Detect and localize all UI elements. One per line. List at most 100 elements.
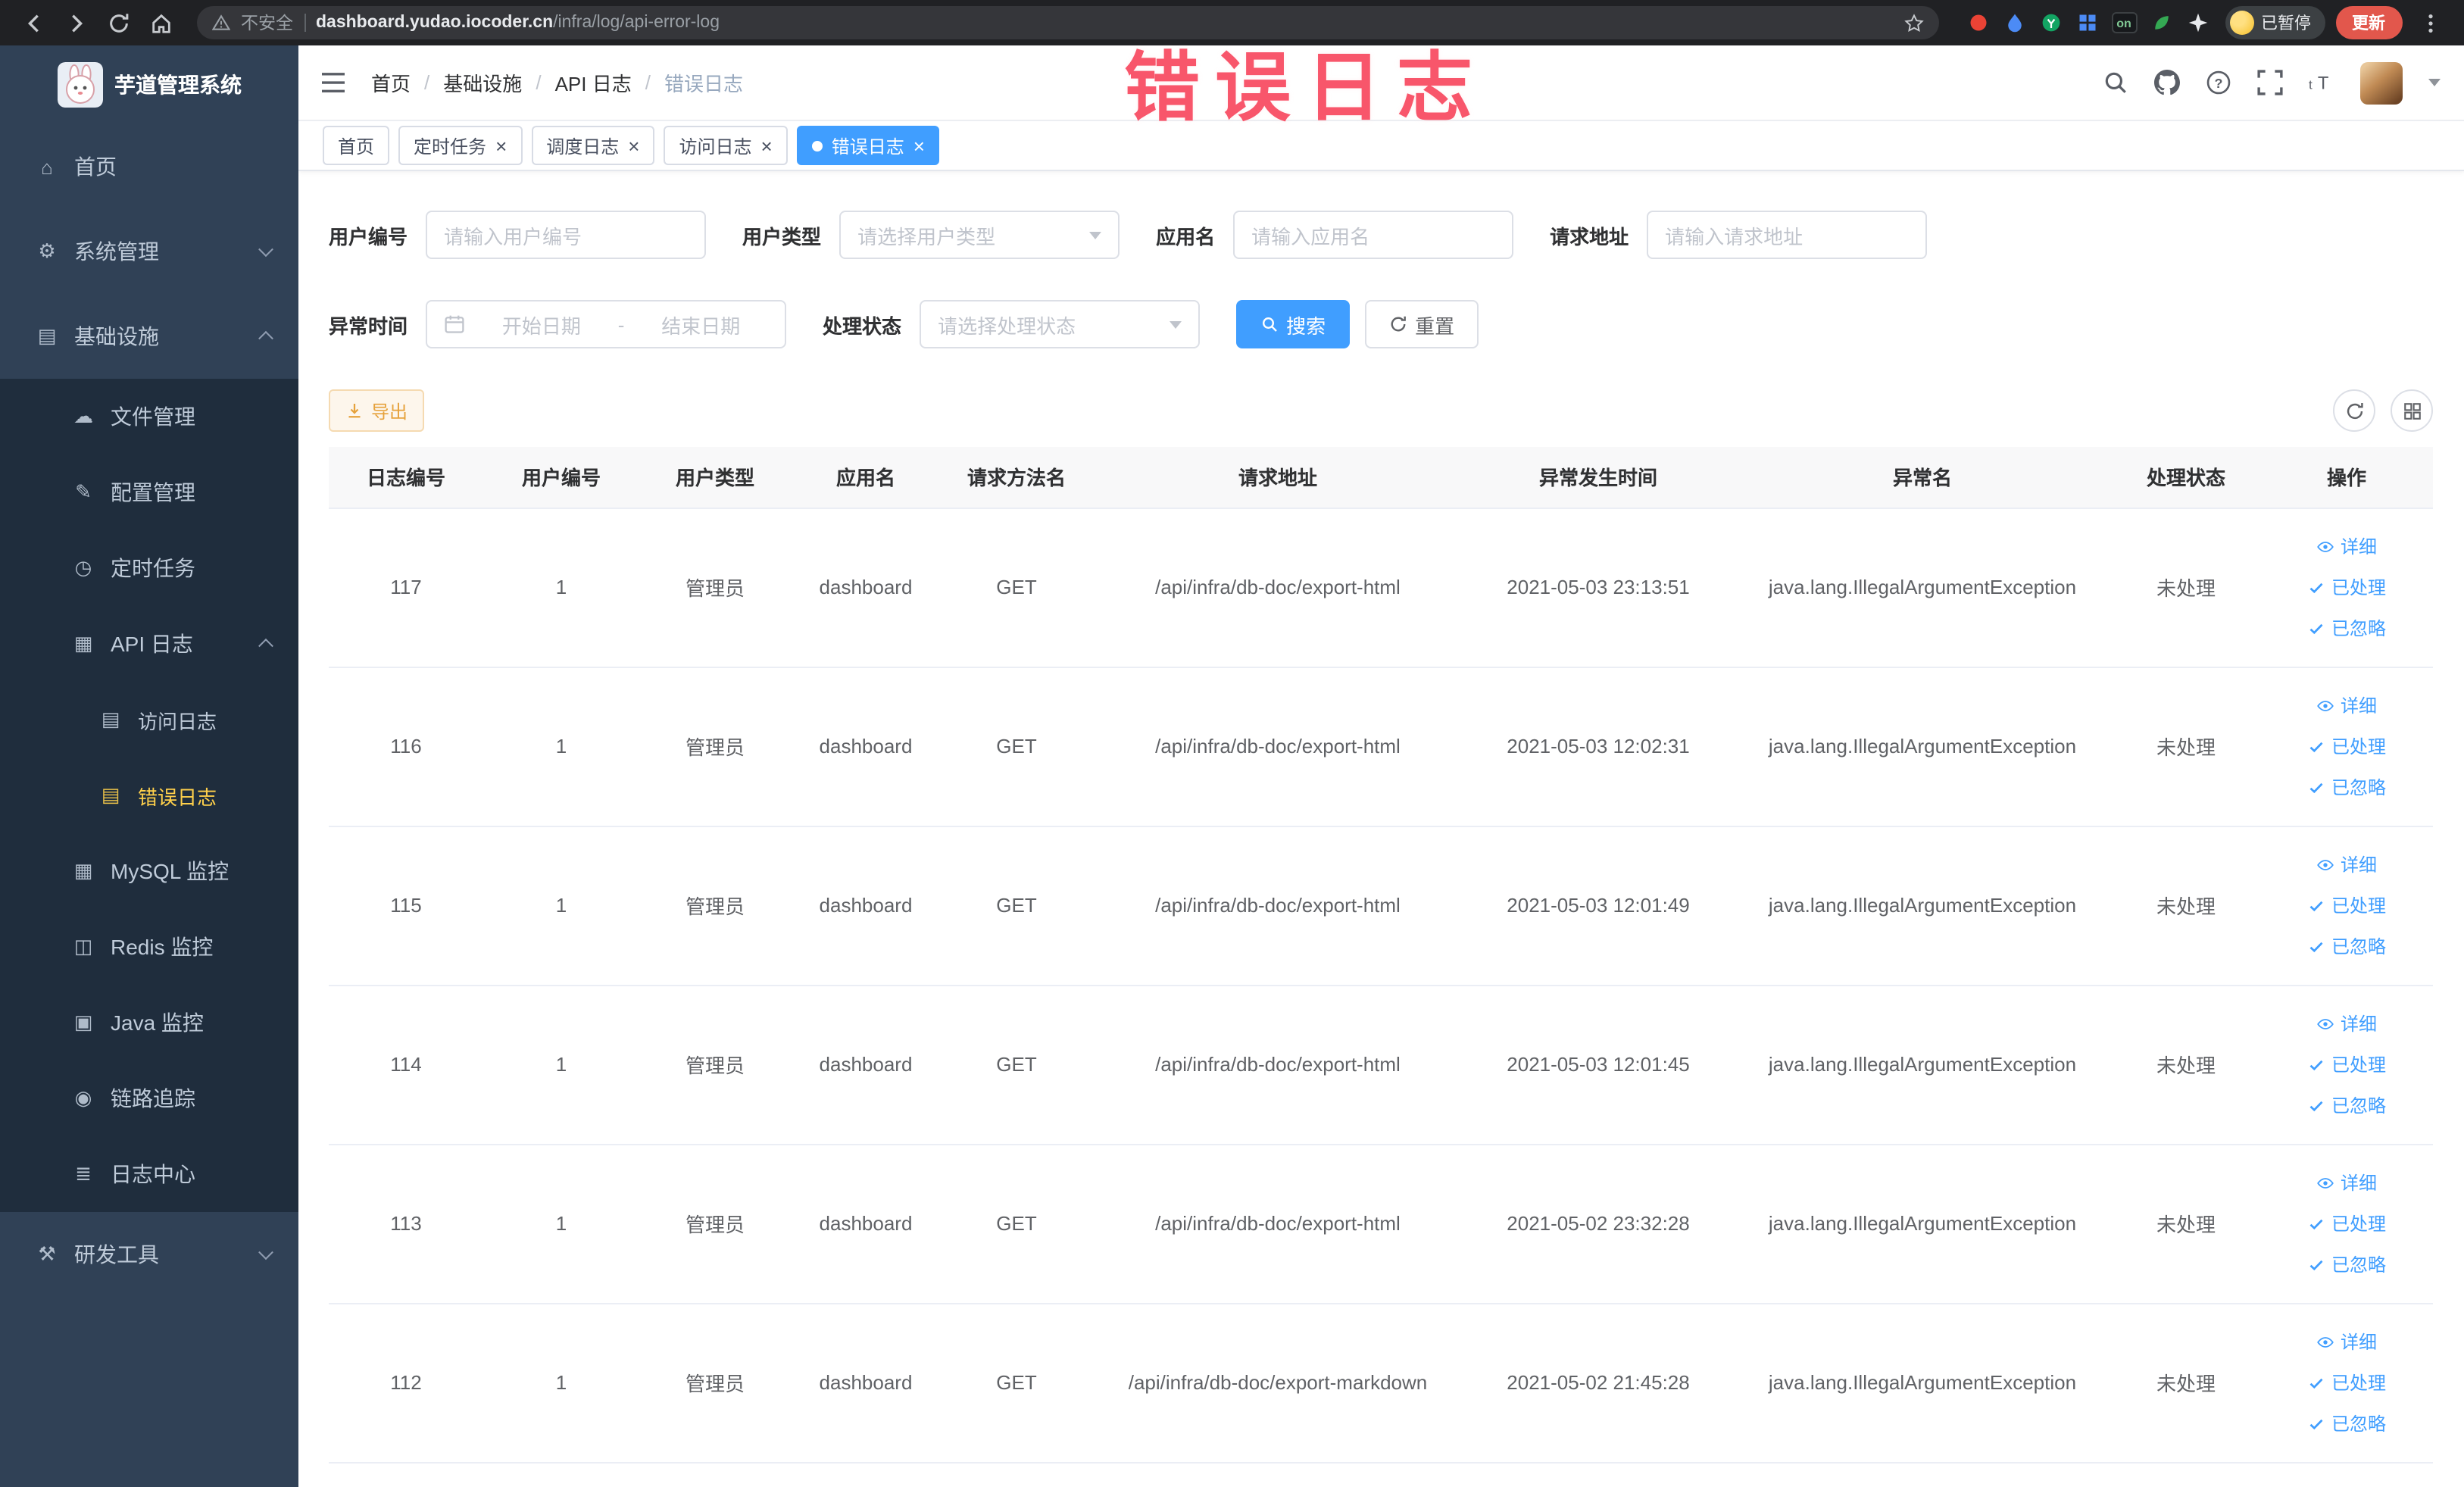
sidebar-item-label: API 日志 bbox=[111, 632, 193, 656]
tab-cron-job[interactable]: 定时任务 × bbox=[398, 126, 523, 165]
close-icon[interactable]: × bbox=[913, 136, 925, 155]
breadcrumb-item-2[interactable]: API 日志 bbox=[555, 68, 632, 97]
app-name-input[interactable]: 请输入应用名 bbox=[1233, 211, 1514, 259]
cell-exception: java.lang.IllegalArgumentException bbox=[1733, 826, 2112, 986]
extension-green-circle-icon[interactable] bbox=[2038, 11, 2063, 35]
sidebar-item-cron-job[interactable]: ◷ 定时任务 bbox=[0, 530, 298, 606]
sidebar-item-api-log[interactable]: ▦ API 日志 bbox=[0, 606, 298, 682]
url-domain: dashboard.yudao.iocoder.cn bbox=[316, 14, 554, 32]
mark-processed-link[interactable]: 已处理 bbox=[2266, 1362, 2427, 1403]
detail-link[interactable]: 详细 bbox=[2266, 685, 2427, 726]
address-bar[interactable]: 不安全 dashboard.yudao.iocoder.cn/infra/log… bbox=[197, 6, 1938, 39]
mark-ignored-link[interactable]: 已忽略 bbox=[2266, 1085, 2427, 1126]
table-toolbar: 导出 bbox=[329, 389, 2433, 432]
java-icon: ▣ bbox=[73, 1011, 93, 1033]
extension-red-circle-icon[interactable] bbox=[1966, 11, 1990, 35]
github-icon[interactable] bbox=[2153, 70, 2179, 95]
sidebar-item-log-center[interactable]: ≣ 日志中心 bbox=[0, 1136, 298, 1212]
detail-link[interactable]: 详细 bbox=[2266, 1321, 2427, 1362]
exception-time-range-picker[interactable]: 开始日期 - 结束日期 bbox=[426, 300, 787, 348]
forward-icon[interactable] bbox=[58, 5, 94, 41]
chevron-down-icon bbox=[1170, 320, 1182, 328]
column-header-0: 日志编号 bbox=[329, 447, 483, 508]
detail-link[interactable]: 详细 bbox=[2266, 1162, 2427, 1203]
tab-error-log[interactable]: 错误日志 × bbox=[796, 126, 940, 165]
search-button[interactable]: 搜索 bbox=[1236, 300, 1351, 348]
breadcrumb-item-1[interactable]: 基础设施 bbox=[443, 68, 522, 97]
sidebar-item-redis-monitor[interactable]: ◫ Redis 监控 bbox=[0, 909, 298, 985]
user-avatar[interactable] bbox=[2359, 61, 2402, 104]
close-icon[interactable]: × bbox=[495, 136, 507, 155]
sidebar-item-label: 系统管理 bbox=[74, 239, 159, 264]
avatar-caret-icon[interactable] bbox=[2428, 79, 2440, 86]
svg-text:T: T bbox=[2317, 73, 2328, 94]
update-button[interactable]: 更新 bbox=[2335, 6, 2402, 39]
export-button[interactable]: 导出 bbox=[329, 389, 425, 432]
mark-processed-link[interactable]: 已处理 bbox=[2266, 567, 2427, 608]
close-icon[interactable]: × bbox=[628, 136, 639, 155]
mark-ignored-link[interactable]: 已忽略 bbox=[2266, 767, 2427, 808]
search-icon[interactable] bbox=[2102, 70, 2128, 95]
detail-link[interactable]: 详细 bbox=[2266, 1003, 2427, 1044]
breadcrumb-item-0[interactable]: 首页 bbox=[371, 68, 411, 97]
help-icon[interactable]: ? bbox=[2205, 70, 2231, 95]
user-id-input[interactable]: 请输入用户编号 bbox=[426, 211, 707, 259]
sidebar-item-devtools[interactable]: ⚒ 研发工具 bbox=[0, 1212, 298, 1297]
hamburger-icon[interactable] bbox=[320, 71, 347, 94]
user-type-select[interactable]: 请选择用户类型 bbox=[839, 211, 1120, 259]
tab-access-log[interactable]: 访问日志 × bbox=[664, 126, 788, 165]
sidebar-item-system[interactable]: ⚙ 系统管理 bbox=[0, 209, 298, 294]
bookmark-star-icon[interactable] bbox=[1903, 13, 1923, 33]
tab-label: 访问日志 bbox=[679, 136, 752, 157]
sidebar-item-access-log[interactable]: ▤ 访问日志 bbox=[0, 682, 298, 758]
extension-pinwheel-icon[interactable] bbox=[2185, 11, 2209, 35]
cell-id: 115 bbox=[329, 826, 483, 986]
reset-button[interactable]: 重置 bbox=[1365, 300, 1479, 348]
detail-link[interactable]: 详细 bbox=[2266, 526, 2427, 567]
extensions-area: on bbox=[1966, 11, 2209, 35]
extension-blue-drop-icon[interactable] bbox=[2002, 11, 2026, 35]
sidebar-item-home[interactable]: ⌂ 首页 bbox=[0, 124, 298, 209]
extension-blue-grid-icon[interactable] bbox=[2075, 11, 2099, 35]
mark-processed-link[interactable]: 已处理 bbox=[2266, 1044, 2427, 1085]
process-status-select[interactable]: 请选择处理状态 bbox=[920, 300, 1201, 348]
detail-link[interactable]: 详细 bbox=[2266, 844, 2427, 885]
extension-leaf-icon[interactable] bbox=[2149, 11, 2173, 35]
close-icon[interactable]: × bbox=[761, 136, 773, 155]
cell-method: GET bbox=[941, 1144, 1092, 1304]
profile-paused-chip[interactable]: 已暂停 bbox=[2225, 6, 2325, 39]
cell-status: 未处理 bbox=[2112, 1144, 2260, 1304]
request-url-input[interactable]: 请输入请求地址 bbox=[1647, 211, 1928, 259]
back-icon[interactable] bbox=[15, 5, 52, 41]
mark-processed-link[interactable]: 已处理 bbox=[2266, 726, 2427, 767]
sidebar-item-java-monitor[interactable]: ▣ Java 监控 bbox=[0, 985, 298, 1061]
extension-on-badge[interactable]: on bbox=[2111, 12, 2137, 33]
mark-ignored-link[interactable]: 已忽略 bbox=[2266, 926, 2427, 967]
tab-schedule-log[interactable]: 调度日志 × bbox=[531, 126, 655, 165]
sidebar-item-trace[interactable]: ◉ 链路追踪 bbox=[0, 1061, 298, 1136]
mark-ignored-link[interactable]: 已忽略 bbox=[2266, 608, 2427, 648]
reload-icon[interactable] bbox=[100, 5, 136, 41]
home-icon[interactable] bbox=[142, 5, 179, 41]
sidebar-logo[interactable]: 芋道管理系统 bbox=[0, 45, 298, 124]
sidebar-item-error-log[interactable]: ▤ 错误日志 bbox=[0, 758, 298, 833]
font-size-icon[interactable]: tT bbox=[2308, 70, 2334, 95]
mark-processed-link[interactable]: 已处理 bbox=[2266, 1203, 2427, 1244]
browser-menu-icon[interactable] bbox=[2412, 5, 2449, 41]
cell-app: dashboard bbox=[791, 1144, 941, 1304]
calendar-icon bbox=[444, 314, 465, 335]
sidebar-item-infra[interactable]: ▤ 基础设施 bbox=[0, 294, 298, 379]
column-settings-button[interactable] bbox=[2391, 389, 2433, 432]
sidebar-item-file-manage[interactable]: ☁ 文件管理 bbox=[0, 379, 298, 455]
sidebar-item-mysql-monitor[interactable]: ▦ MySQL 监控 bbox=[0, 833, 298, 909]
mark-ignored-link[interactable]: 已忽略 bbox=[2266, 1244, 2427, 1285]
home-icon: ⌂ bbox=[41, 155, 53, 178]
timer-icon: ◷ bbox=[74, 556, 92, 579]
filter-user-type: 用户类型 请选择用户类型 bbox=[742, 211, 1120, 259]
sidebar-item-config-manage[interactable]: ✎ 配置管理 bbox=[0, 455, 298, 530]
mark-processed-link[interactable]: 已处理 bbox=[2266, 885, 2427, 926]
fullscreen-icon[interactable] bbox=[2256, 70, 2282, 95]
mark-ignored-link[interactable]: 已忽略 bbox=[2266, 1403, 2427, 1444]
refresh-button[interactable] bbox=[2333, 389, 2375, 432]
tab-home[interactable]: 首页 bbox=[323, 126, 390, 165]
